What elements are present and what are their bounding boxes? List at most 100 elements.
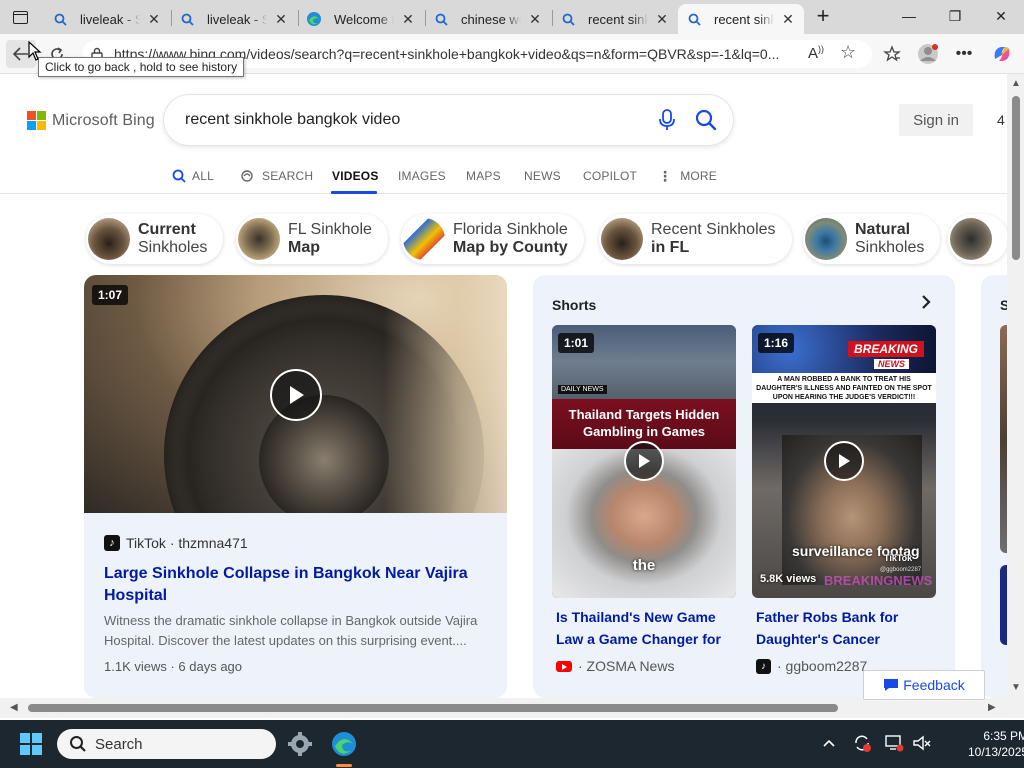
chip-current-sinkholes[interactable]: Current Sinkholes xyxy=(86,214,224,264)
short-video-1[interactable]: DAILY NEWS Thailand Targets Hidden Gambl… xyxy=(552,325,736,674)
source-text: TikTok · thzmna471 xyxy=(126,535,248,551)
sign-in-button[interactable]: Sign in xyxy=(899,104,973,136)
edge-taskbar-icon[interactable] xyxy=(328,728,360,760)
scroll-right-icon[interactable]: ▶ xyxy=(988,702,996,713)
windows-taskbar: Search 6:35 PM 10/13/2025 xyxy=(0,720,1024,768)
read-aloud-icon[interactable]: A)) xyxy=(808,44,824,62)
feedback-icon xyxy=(884,679,899,691)
scroll-up-icon[interactable]: ▲ xyxy=(1011,78,1021,89)
scroll-down-icon[interactable]: ▼ xyxy=(1011,682,1021,693)
maximize-button[interactable]: ❐ xyxy=(932,4,978,28)
short-thumbnail[interactable]: DAILY NEWS Thailand Targets Hidden Gambl… xyxy=(552,325,736,598)
scope-label: VIDEOS xyxy=(332,169,379,183)
video-description: Witness the dramatic sinkhole collapse i… xyxy=(104,613,478,648)
vertical-scroll-thumb[interactable] xyxy=(1012,96,1020,260)
display-icon[interactable] xyxy=(884,733,904,756)
play-icon[interactable] xyxy=(624,441,664,481)
chip-florida-sinkhole-map-by-county[interactable]: Florida Sinkhole Map by County xyxy=(401,214,584,264)
video-source[interactable]: ♪ TikTok · thzmna471 xyxy=(104,535,248,551)
new-tab-button[interactable]: + xyxy=(812,4,834,30)
source-text: · ZOSMA News xyxy=(578,658,675,674)
minimize-button[interactable]: — xyxy=(886,4,932,28)
horizontal-scrollbar[interactable]: ◀ ▶ xyxy=(0,698,1024,718)
back-button-tooltip: Click to go back , hold to see history xyxy=(38,57,245,77)
chevron-right-icon[interactable] xyxy=(919,293,933,316)
system-clock[interactable]: 6:35 PM 10/13/2025 xyxy=(968,728,1024,760)
scope-copilot[interactable]: COPILOT xyxy=(583,166,637,186)
scope-label: MAPS xyxy=(466,169,501,183)
chip-thumbnail xyxy=(238,218,280,260)
video-title-link[interactable]: Large Sinkhole Collapse in Bangkok Near … xyxy=(104,563,484,607)
profile-avatar-icon[interactable] xyxy=(916,42,940,66)
search-box[interactable]: recent sinkhole bangkok video xyxy=(164,95,733,145)
scope-more[interactable]: ⋮ MORE xyxy=(658,166,717,186)
favorites-icon[interactable] xyxy=(880,42,904,66)
favorite-star-icon[interactable]: ☆ xyxy=(840,42,856,63)
page-viewport: Microsoft Bing recent sinkhole bangkok v… xyxy=(0,74,1007,698)
tab-liveleak-1[interactable]: liveleak - Search ✕ xyxy=(44,4,170,34)
show-hidden-icons-chevron-icon[interactable] xyxy=(822,735,836,751)
search-icon xyxy=(172,169,186,183)
short-thumbnail[interactable]: BREAKING NEWS A MAN ROBBED A BANK TO TRE… xyxy=(752,325,936,598)
rewards-count[interactable]: 4 xyxy=(997,112,1005,128)
play-icon[interactable] xyxy=(270,369,322,421)
dust-haze xyxy=(384,275,507,513)
sync-status-icon[interactable] xyxy=(852,733,872,756)
feedback-button[interactable]: Feedback xyxy=(863,670,985,700)
chip-partial[interactable] xyxy=(948,214,1007,264)
close-tab-icon[interactable]: ✕ xyxy=(654,11,670,28)
scope-label: NEWS xyxy=(524,169,561,183)
settings-app-icon[interactable] xyxy=(284,728,316,760)
tab-recent-sinkhole-1[interactable]: recent sinkhole ✕ xyxy=(552,4,678,34)
windows-start-icon[interactable] xyxy=(20,733,42,755)
shorts-heading[interactable]: Shorts xyxy=(552,297,596,313)
tab-welcome-edge[interactable]: Welcome to Microsoft Edge ✕ xyxy=(298,4,424,34)
chip-recent-sinkholes-in-fl[interactable]: Recent Sinkholes in FL xyxy=(599,214,792,264)
tab-recent-sinkhole-active[interactable]: recent sinkhole ✕ xyxy=(678,4,804,34)
copilot-icon[interactable] xyxy=(990,42,1014,66)
tab-liveleak-2[interactable]: liveleak - Search ✕ xyxy=(171,4,297,34)
close-tab-icon[interactable]: ✕ xyxy=(146,11,162,28)
subtitle-text: the xyxy=(632,557,656,574)
play-icon[interactable] xyxy=(824,441,864,481)
close-tab-icon[interactable]: ✕ xyxy=(780,11,796,28)
tab-chinese-women[interactable]: chinese women ✕ xyxy=(425,4,551,34)
breaking-label: BREAKING xyxy=(848,341,925,357)
scope-news[interactable]: NEWS xyxy=(524,166,561,186)
more-vertical-icon: ⋮ xyxy=(658,167,673,184)
close-window-button[interactable]: ✕ xyxy=(978,4,1024,28)
scope-label: ALL xyxy=(192,169,214,183)
scope-search[interactable]: SEARCH xyxy=(240,166,313,186)
chip-natural-sinkholes[interactable]: Natural Sinkholes xyxy=(803,214,941,264)
close-tab-icon[interactable]: ✕ xyxy=(527,11,543,28)
short-title-link[interactable]: Father Robs Bank for Daughter's Cancer xyxy=(752,606,936,650)
bing-logo[interactable]: Microsoft Bing xyxy=(27,111,155,130)
chip-fl-sinkhole-map[interactable]: FL Sinkhole Map xyxy=(236,214,388,264)
volume-muted-icon[interactable] xyxy=(912,733,932,756)
close-tab-icon[interactable]: ✕ xyxy=(273,11,289,28)
main-video-card[interactable]: 1:07 ♪ TikTok · thzmna471 Large Sinkhole… xyxy=(84,275,507,698)
scope-all[interactable]: ALL xyxy=(172,166,214,186)
scope-images[interactable]: IMAGES xyxy=(398,166,446,186)
video-thumbnail[interactable]: 1:07 xyxy=(84,275,507,513)
microphone-icon[interactable] xyxy=(658,109,676,131)
settings-more-icon[interactable]: ••• xyxy=(952,42,976,66)
close-tab-icon[interactable]: ✕ xyxy=(400,11,416,28)
tab-actions-button[interactable] xyxy=(8,6,32,28)
vertical-scrollbar[interactable]: ▲ ▼ xyxy=(1007,74,1024,698)
short-source[interactable]: · ZOSMA News xyxy=(552,658,736,674)
search-icon xyxy=(52,11,68,27)
short-video-2[interactable]: BREAKING NEWS A MAN ROBBED A BANK TO TRE… xyxy=(752,325,936,674)
next-card-peek[interactable]: S xyxy=(981,275,1007,698)
search-input[interactable]: recent sinkhole bangkok video xyxy=(185,111,400,129)
search-icon[interactable] xyxy=(694,108,718,132)
scope-videos[interactable]: VIDEOS xyxy=(332,166,379,186)
scroll-left-icon[interactable]: ◀ xyxy=(10,702,18,713)
horizontal-scroll-thumb[interactable] xyxy=(28,704,838,712)
taskbar-search-box[interactable]: Search xyxy=(57,729,276,759)
scope-nav: ALL SEARCH VIDEOS IMAGES MAPS NEWS COPIL… xyxy=(0,162,1007,194)
scope-maps[interactable]: MAPS xyxy=(466,166,501,186)
microsoft-logo-icon xyxy=(27,111,46,130)
short-title-link[interactable]: Is Thailand's New Game Law a Game Change… xyxy=(552,606,736,650)
duration-badge: 1:07 xyxy=(92,285,129,305)
